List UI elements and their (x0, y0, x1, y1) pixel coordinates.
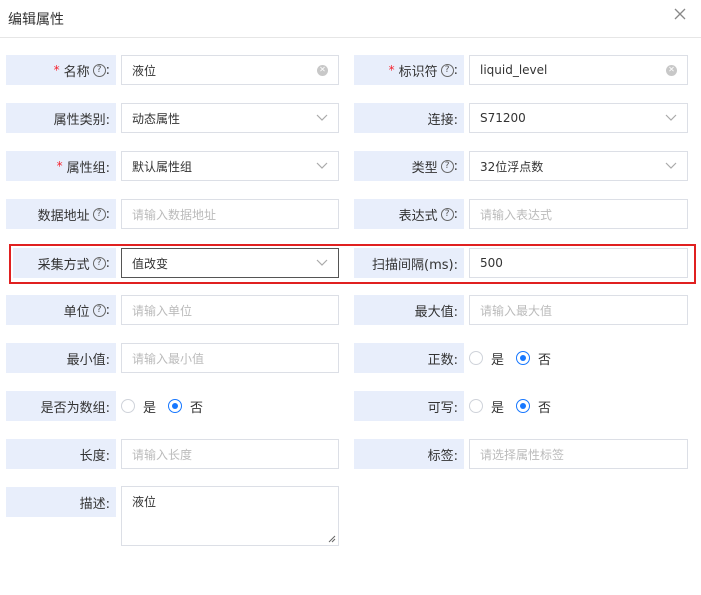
radio-circle (516, 399, 531, 413)
name-label: * 名称?: (6, 55, 116, 85)
is-array-yes-radio[interactable]: 是 (121, 397, 156, 416)
required-mark: * (53, 63, 60, 77)
positive-no-radio[interactable]: 否 (516, 349, 551, 368)
chevron-down-icon (665, 162, 677, 169)
writable-yes-radio[interactable]: 是 (469, 397, 504, 416)
length-label: 长度: (6, 439, 116, 469)
min-value-input[interactable]: 请输入最小值 (121, 343, 339, 373)
identifier-label: * 标识符?: (354, 55, 464, 85)
name-input[interactable]: 液位 ✕ (121, 55, 339, 85)
help-icon[interactable]: ? (440, 159, 454, 173)
description-textarea[interactable]: 液位 (121, 486, 339, 546)
positive-yes-radio[interactable]: 是 (469, 349, 504, 368)
dialog-header: 编辑属性 (0, 0, 701, 38)
clear-icon[interactable]: ✕ (666, 64, 677, 76)
max-value-label: 最大值: (354, 295, 464, 325)
expression-label: 表达式?: (354, 199, 464, 229)
type-label: 类型?: (354, 151, 464, 181)
attr-category-select[interactable]: 动态属性 (121, 103, 339, 133)
type-select[interactable]: 32位浮点数 (469, 151, 688, 181)
required-mark: * (56, 159, 63, 173)
radio-circle (121, 399, 135, 413)
unit-input[interactable]: 请输入单位 (121, 295, 339, 325)
attr-group-select[interactable]: 默认属性组 (121, 151, 339, 181)
attr-group-label: * 属性组: (6, 151, 116, 181)
radio-circle (469, 399, 483, 413)
dialog-title: 编辑属性 (8, 12, 64, 28)
connection-label: 连接: (354, 103, 464, 133)
data-address-input[interactable]: 请输入数据地址 (121, 199, 339, 229)
help-icon[interactable]: ? (92, 63, 106, 77)
writable-no-radio[interactable]: 否 (516, 397, 551, 416)
clear-icon[interactable]: ✕ (317, 64, 328, 76)
data-address-label: 数据地址?: (6, 199, 116, 229)
length-input[interactable]: 请输入长度 (121, 439, 339, 469)
writable-label: 可写: (354, 391, 464, 421)
positive-label: 正数: (354, 343, 464, 373)
chevron-down-icon (316, 114, 328, 121)
positive-radio-group: 是 否 (469, 343, 563, 373)
radio-circle (516, 351, 531, 365)
help-icon[interactable]: ? (440, 63, 454, 77)
connection-select[interactable]: S71200 (469, 103, 688, 133)
radio-circle (168, 399, 183, 413)
min-value-label: 最小值: (6, 343, 116, 373)
is-array-no-radio[interactable]: 否 (168, 397, 203, 416)
is-array-label: 是否为数组: (6, 391, 116, 421)
help-icon[interactable]: ? (440, 207, 454, 221)
attr-category-label: 属性类别: (6, 103, 116, 133)
writable-radio-group: 是 否 (469, 391, 563, 421)
description-label: 描述: (6, 487, 116, 517)
expression-input[interactable]: 请输入表达式 (469, 199, 688, 229)
help-icon[interactable]: ? (92, 207, 106, 221)
chevron-down-icon (316, 162, 328, 169)
resize-handle-icon[interactable] (327, 534, 336, 543)
chevron-down-icon (665, 114, 677, 121)
identifier-input[interactable]: liquid_level ✕ (469, 55, 688, 85)
max-value-input[interactable]: 请输入最大值 (469, 295, 688, 325)
radio-circle (469, 351, 483, 365)
required-mark: * (388, 63, 395, 77)
tags-label: 标签: (354, 439, 464, 469)
help-icon[interactable]: ? (92, 303, 106, 317)
is-array-radio-group: 是 否 (121, 391, 215, 421)
tags-select[interactable]: 请选择属性标签 (469, 439, 688, 469)
highlight-box (9, 244, 696, 284)
close-icon[interactable] (673, 7, 687, 21)
unit-label: 单位?: (6, 295, 116, 325)
